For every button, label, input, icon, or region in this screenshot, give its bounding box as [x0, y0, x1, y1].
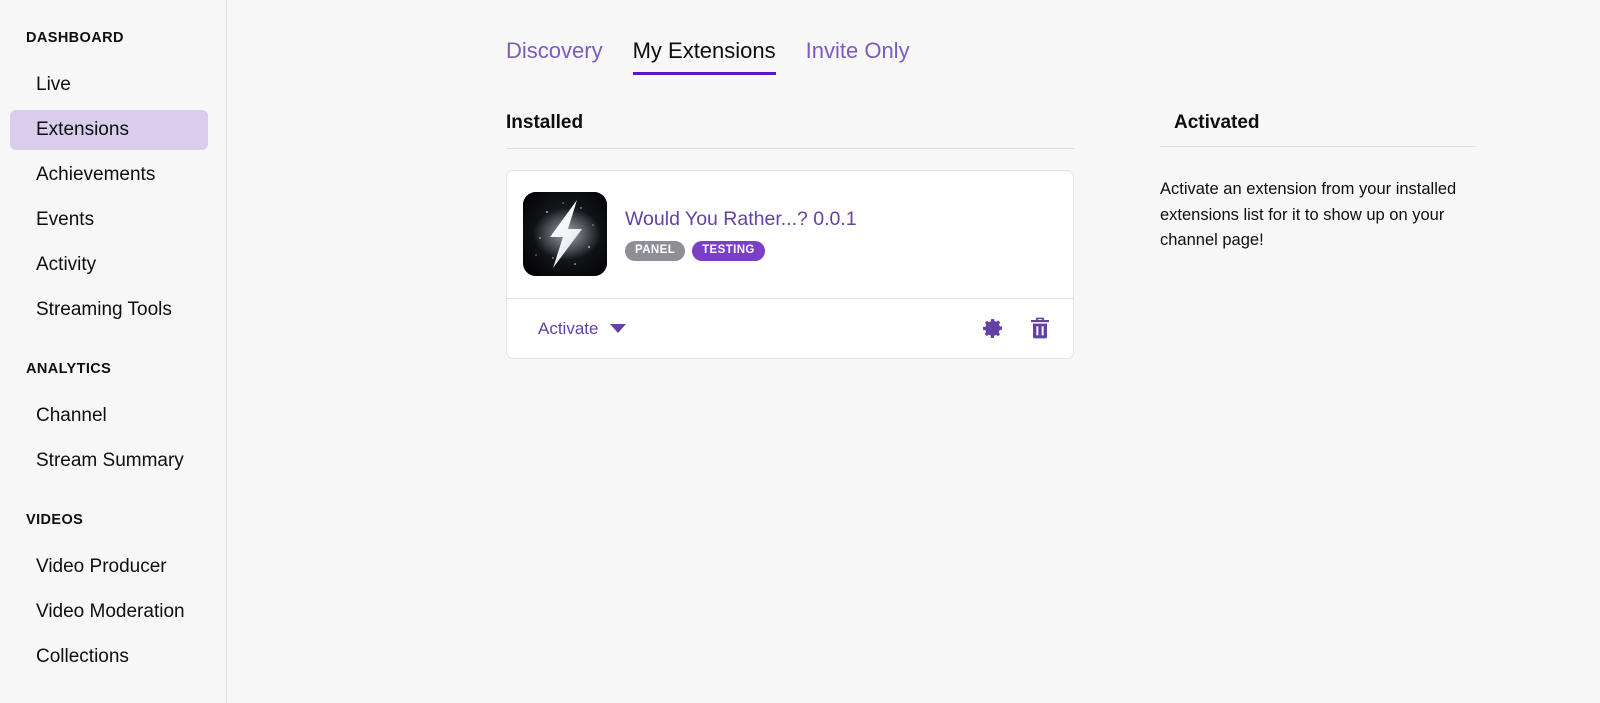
- activated-empty-message: Activate an extension from your installe…: [1160, 180, 1457, 250]
- installed-heading: Installed: [506, 113, 1074, 149]
- sidebar-section-title-analytics: ANALYTICS: [26, 361, 112, 377]
- extensions-tab-bar: Discovery My Extensions Invite Only: [227, 26, 1600, 75]
- extension-badges: PANEL TESTING: [625, 241, 857, 261]
- sidebar-item-channel[interactable]: Channel: [10, 396, 208, 436]
- extension-card-body: Would You Rather...? 0.0.1 PANEL TESTING: [507, 171, 1073, 298]
- sidebar-item-video-moderation[interactable]: Video Moderation: [10, 592, 208, 632]
- activate-dropdown[interactable]: Activate: [538, 318, 627, 338]
- sidebar-section-analytics: ANALYTICS Channel Stream Summary: [0, 361, 226, 481]
- activate-label: Activate: [538, 318, 599, 338]
- extension-actions: [981, 316, 1051, 340]
- extension-meta: Would You Rather...? 0.0.1 PANEL TESTING: [607, 208, 857, 261]
- status-badge-testing: TESTING: [692, 241, 765, 261]
- extension-card: Would You Rather...? 0.0.1 PANEL TESTING…: [506, 170, 1074, 359]
- extensions-columns: Installed Would You Rather...? 0.0.1 PAN…: [227, 113, 1600, 359]
- trash-icon[interactable]: [1029, 316, 1051, 340]
- activated-heading: Activated: [1160, 113, 1476, 147]
- sidebar-section-dashboard: DASHBOARD Live Extensions Achievements E…: [0, 30, 226, 330]
- sidebar-item-collections[interactable]: Collections: [10, 637, 208, 677]
- sidebar-item-extensions[interactable]: Extensions: [10, 110, 208, 150]
- main-content: Discovery My Extensions Invite Only Inst…: [227, 0, 1600, 703]
- sidebar-item-live[interactable]: Live: [10, 65, 208, 105]
- sidebar-item-stream-summary[interactable]: Stream Summary: [10, 441, 208, 481]
- gear-icon[interactable]: [981, 316, 1005, 340]
- installed-column: Installed Would You Rather...? 0.0.1 PAN…: [506, 113, 1074, 359]
- sidebar-item-achievements[interactable]: Achievements: [10, 155, 208, 195]
- chevron-down-icon: [610, 323, 627, 333]
- tab-my-extensions[interactable]: My Extensions: [632, 40, 776, 75]
- sidebar-item-activity[interactable]: Activity: [10, 245, 208, 285]
- sidebar-section-title-dashboard: DASHBOARD: [26, 30, 124, 46]
- activated-column: Activated Activate an extension from you…: [1074, 113, 1476, 359]
- extension-title-link[interactable]: Would You Rather...? 0.0.1: [625, 209, 857, 230]
- sidebar-item-streaming-tools[interactable]: Streaming Tools: [10, 290, 208, 330]
- sidebar-item-video-producer[interactable]: Video Producer: [10, 547, 208, 587]
- sidebar: DASHBOARD Live Extensions Achievements E…: [0, 0, 227, 703]
- status-badge-panel: PANEL: [625, 241, 686, 261]
- sidebar-section-title-videos: VIDEOS: [26, 512, 84, 528]
- tab-discovery[interactable]: Discovery: [506, 40, 603, 75]
- lightning-bolt-icon: [523, 192, 607, 276]
- sidebar-section-videos: VIDEOS Video Producer Video Moderation C…: [0, 512, 226, 677]
- sidebar-item-events[interactable]: Events: [10, 200, 208, 240]
- tab-invite-only[interactable]: Invite Only: [806, 40, 910, 75]
- app-root: DASHBOARD Live Extensions Achievements E…: [0, 0, 1600, 703]
- extension-card-footer: Activate: [507, 298, 1073, 358]
